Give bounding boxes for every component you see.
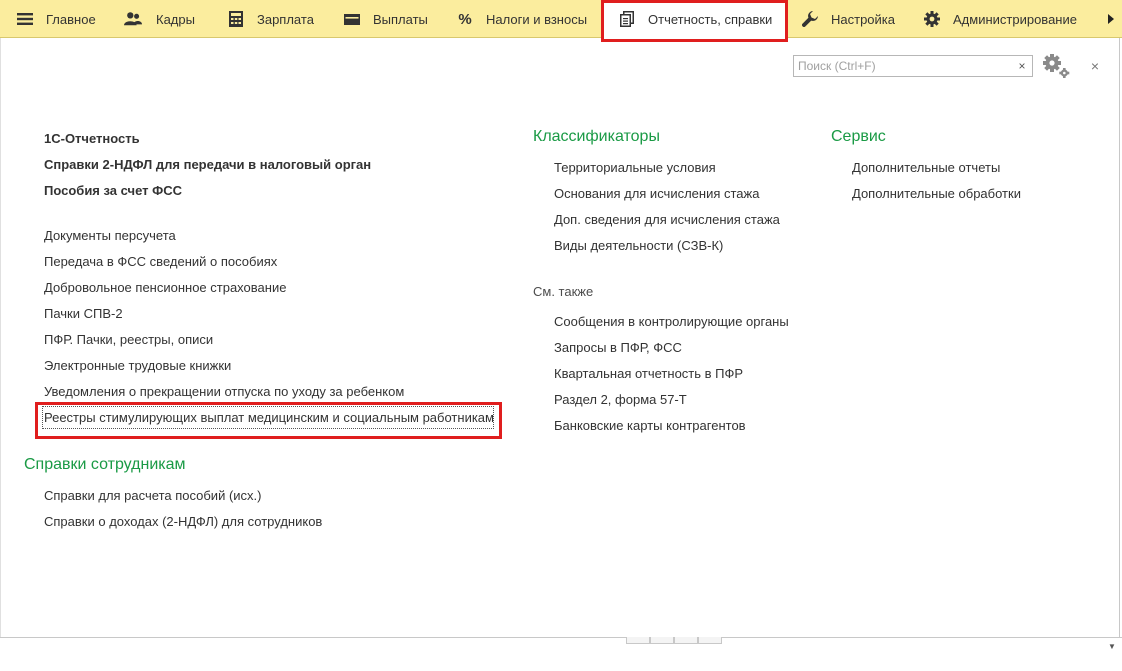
tab-label: Главное: [46, 11, 96, 27]
documents-icon: [618, 10, 636, 28]
pager: [626, 637, 722, 644]
link-fss-benefit-info[interactable]: Передача в ФСС сведений о пособиях: [44, 254, 277, 269]
tab-main[interactable]: Главное: [16, 0, 96, 38]
scroll-down-icon[interactable]: ▼: [1104, 637, 1120, 655]
tab-reports[interactable]: Отчетность, справки: [604, 0, 785, 38]
triangle-right-icon[interactable]: [1100, 0, 1122, 38]
pager-segment: [674, 637, 698, 644]
link-seniority-grounds[interactable]: Основания для исчисления стажа: [554, 186, 759, 201]
tab-settings[interactable]: Настройка: [801, 0, 895, 38]
wrench-icon: [801, 10, 819, 28]
pager-segment: [650, 637, 674, 644]
link-income-certificates[interactable]: Справки о доходах (2-НДФЛ) для сотрудник…: [44, 514, 322, 529]
tab-label: Администрирование: [953, 11, 1077, 27]
link-spv2-packs[interactable]: Пачки СПВ-2: [44, 306, 123, 321]
link-pfr-packs[interactable]: ПФР. Пачки, реестры, описи: [44, 332, 213, 347]
link-territorial-conditions[interactable]: Территориальные условия: [554, 160, 716, 175]
link-seniority-extra-info[interactable]: Доп. сведения для исчисления стажа: [554, 212, 780, 227]
group-title-classifiers: Классификаторы: [533, 128, 660, 145]
link-voluntary-pension[interactable]: Добровольное пенсионное страхование: [44, 280, 286, 295]
link-pfr-fss-requests[interactable]: Запросы в ПФР, ФСС: [554, 340, 682, 355]
percent-icon: %: [458, 10, 472, 28]
close-button[interactable]: ×: [1086, 57, 1104, 75]
tab-payments[interactable]: Выплаты: [343, 0, 428, 38]
tab-personnel[interactable]: Кадры: [124, 0, 195, 38]
tab-label: Кадры: [156, 11, 195, 27]
link-fss-benefits[interactable]: Пособия за счет ФСС: [44, 183, 182, 198]
link-personnel-docs[interactable]: Документы персучета: [44, 228, 176, 243]
tab-taxes[interactable]: % Налоги и взносы: [456, 0, 587, 38]
group-title-service: Сервис: [831, 128, 886, 145]
link-activity-types[interactable]: Виды деятельности (СЗВ-К): [554, 238, 723, 253]
tab-label: Настройка: [831, 11, 895, 27]
link-bank-cards[interactable]: Банковские карты контрагентов: [554, 418, 746, 433]
see-also-title: См. также: [533, 284, 594, 299]
wallet-icon: [343, 10, 361, 28]
link-additional-reports[interactable]: Дополнительные отчеты: [852, 160, 1000, 175]
search-input[interactable]: [793, 55, 1013, 77]
menu-icon: [16, 10, 34, 28]
group-title-employee-certificates: Справки сотрудникам: [24, 456, 186, 473]
tab-label: Отчетность, справки: [648, 11, 773, 27]
section-panel: Главное Кадры Зарплата Выплаты % Налоги …: [0, 0, 1122, 38]
link-quarterly-pfr[interactable]: Квартальная отчетность в ПФР: [554, 366, 743, 381]
link-leave-termination-notices[interactable]: Уведомления о прекращении отпуска по ухо…: [44, 384, 404, 399]
clear-search-button[interactable]: ×: [1012, 55, 1033, 77]
link-benefit-certificates[interactable]: Справки для расчета пособий (исх.): [44, 488, 261, 503]
tab-label: Зарплата: [257, 11, 314, 27]
pager-segment: [698, 637, 722, 644]
tab-salary[interactable]: Зарплата: [227, 0, 314, 38]
gear-icon: [923, 10, 941, 28]
bottom-area: [0, 637, 1122, 671]
tab-label: Выплаты: [373, 11, 428, 27]
link-2ndfl-tax[interactable]: Справки 2-НДФЛ для передачи в налоговый …: [44, 157, 371, 172]
tab-label: Налоги и взносы: [486, 11, 588, 27]
calculator-icon: [227, 10, 245, 28]
link-1c-reporting[interactable]: 1С-Отчетность: [44, 131, 140, 146]
link-incentive-payment-registers[interactable]: Реестры стимулирующих выплат медицинским…: [44, 410, 494, 425]
people-icon: [124, 10, 142, 28]
tab-administration[interactable]: Администрирование: [923, 0, 1077, 38]
link-regulator-messages[interactable]: Сообщения в контролирующие органы: [554, 314, 789, 329]
link-electronic-workbooks[interactable]: Электронные трудовые книжки: [44, 358, 231, 373]
settings-gear-icon[interactable]: [1043, 53, 1073, 79]
link-form-57t[interactable]: Раздел 2, форма 57-Т: [554, 392, 687, 407]
pager-segment: [626, 637, 650, 644]
link-additional-processing[interactable]: Дополнительные обработки: [852, 186, 1021, 201]
